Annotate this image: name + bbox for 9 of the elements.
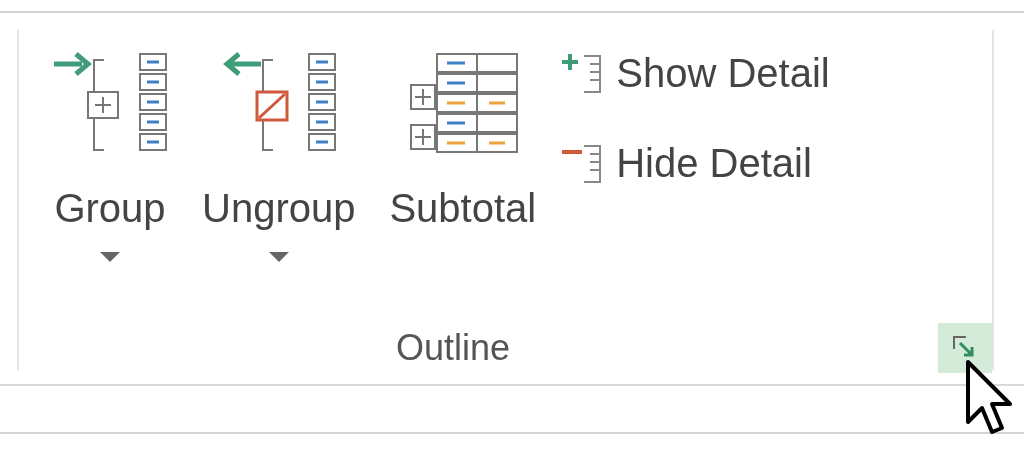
plus-lines-icon xyxy=(560,52,603,94)
minus-lines-icon xyxy=(560,142,603,184)
hide-detail-button[interactable]: Hide Detail xyxy=(560,142,830,184)
group-label: Outline xyxy=(396,326,511,370)
ungroup-button[interactable]: Ungroup xyxy=(202,50,356,262)
group-button[interactable]: Group xyxy=(52,50,168,262)
show-detail-button[interactable]: Show Detail xyxy=(560,52,830,94)
dialog-launcher-button[interactable] xyxy=(938,323,992,373)
subtotal-button[interactable]: Subtotal xyxy=(389,50,537,228)
